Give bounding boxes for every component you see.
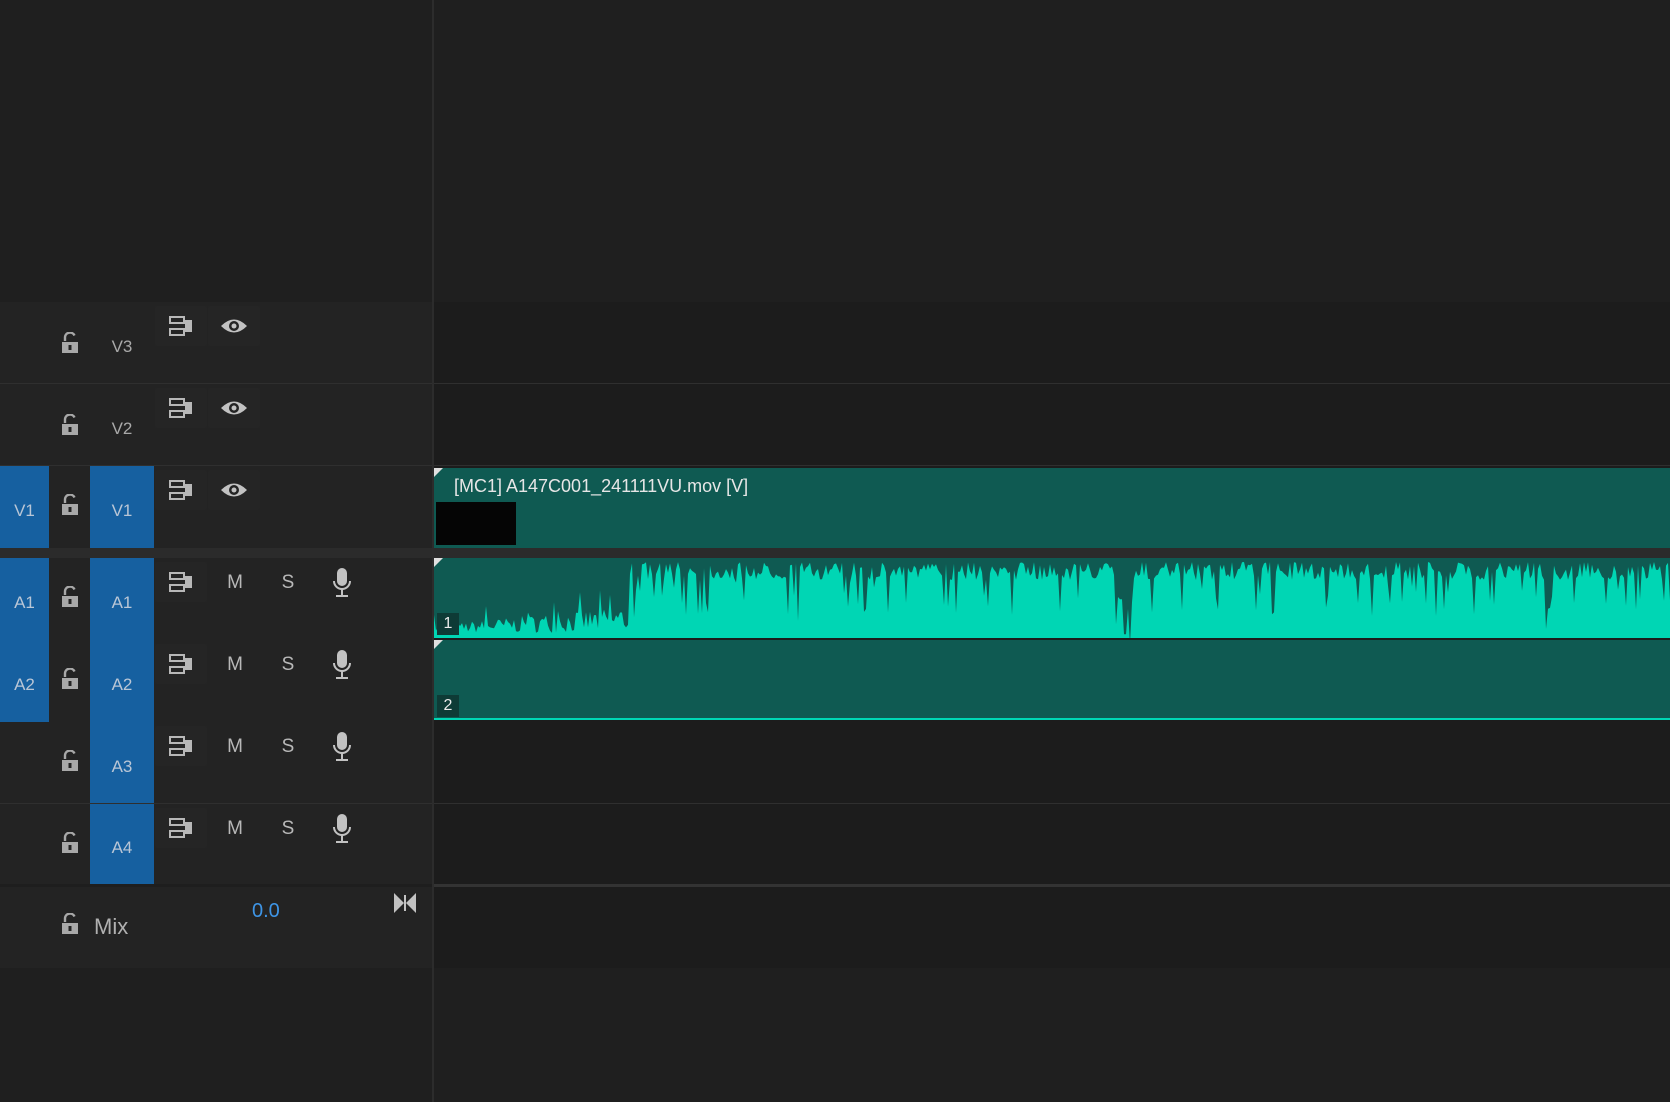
track-lane-a4[interactable] xyxy=(434,804,1670,884)
track-target-v2[interactable]: V2 xyxy=(90,384,154,466)
track-a1: A1 A1 M S 1 xyxy=(0,558,1670,640)
audio-waveform-flatline xyxy=(434,718,1670,720)
track-header-v2: V2 xyxy=(0,384,432,466)
sync-lock-icon xyxy=(169,818,192,838)
bowtie-icon[interactable] xyxy=(393,892,417,916)
toggle-output-button-v3[interactable] xyxy=(208,306,260,346)
voice-over-record-button-a3[interactable] xyxy=(325,730,359,764)
track-target-a1[interactable]: A1 xyxy=(90,558,154,640)
lock-open-icon[interactable] xyxy=(60,413,80,436)
lock-open-icon[interactable] xyxy=(60,912,80,935)
audio-waveform xyxy=(434,562,1670,638)
sync-lock-button-a4[interactable] xyxy=(155,808,207,848)
mute-button-a2[interactable]: M xyxy=(218,648,252,682)
mute-button-a1[interactable]: M xyxy=(218,566,252,600)
sync-lock-icon xyxy=(169,480,192,500)
clip-start-marker xyxy=(434,640,443,649)
track-header-a3: A3 M S xyxy=(0,722,432,804)
track-a3: A3 M S xyxy=(0,722,1670,804)
mix-volume-value[interactable]: 0.0 xyxy=(252,900,280,923)
solo-button-a4[interactable]: S xyxy=(271,812,305,846)
track-lane-mix[interactable] xyxy=(434,887,1670,968)
lock-open-icon[interactable] xyxy=(60,749,80,772)
track-a2: A2 A2 M S 2 xyxy=(0,640,1670,722)
track-target-a4[interactable]: A4 xyxy=(90,804,154,884)
track-lane-a2[interactable]: 2 xyxy=(434,640,1670,722)
timeline-ruler-area xyxy=(0,0,1670,302)
video-clip-title: [MC1] A147C001_241111VU.mov [V] xyxy=(454,476,749,496)
track-target-v1[interactable]: V1 xyxy=(90,466,154,548)
mute-button-a3[interactable]: M xyxy=(218,730,252,764)
toggle-output-button-v2[interactable] xyxy=(208,388,260,428)
track-target-a2[interactable]: A2 xyxy=(90,640,154,722)
track-header-v1: V1 V1 xyxy=(0,466,432,548)
lock-open-icon[interactable] xyxy=(60,667,80,690)
video-audio-divider[interactable] xyxy=(0,548,1670,558)
sync-lock-icon xyxy=(169,572,192,592)
track-mix: Mix 0.0 xyxy=(0,887,1670,968)
audio-clip-a2[interactable]: 2 xyxy=(434,640,1670,720)
sync-lock-icon xyxy=(169,736,192,756)
track-lane-a3[interactable] xyxy=(434,722,1670,804)
track-lane-v3[interactable] xyxy=(434,302,1670,384)
microphone-icon xyxy=(333,814,351,843)
video-clip-thumbnail xyxy=(436,502,516,545)
lock-open-icon[interactable] xyxy=(60,331,80,354)
video-clip[interactable]: [MC1] A147C001_241111VU.mov [V] xyxy=(434,468,1670,548)
eye-icon xyxy=(221,319,247,333)
track-target-a3[interactable]: A3 xyxy=(90,722,154,804)
sync-lock-icon xyxy=(169,398,192,418)
mix-track-label: Mix xyxy=(94,914,129,939)
track-target-v3[interactable]: V3 xyxy=(90,302,154,384)
voice-over-record-button-a2[interactable] xyxy=(325,648,359,682)
microphone-icon xyxy=(333,732,351,761)
sync-lock-button-a1[interactable] xyxy=(155,562,207,602)
track-lane-v1[interactable]: [MC1] A147C001_241111VU.mov [V] xyxy=(434,466,1670,548)
header-lane-divider xyxy=(432,0,434,1102)
lock-open-icon[interactable] xyxy=(60,585,80,608)
solo-button-a1[interactable]: S xyxy=(271,566,305,600)
sync-lock-button-v1[interactable] xyxy=(155,470,207,510)
track-header-a1: A1 A1 M S xyxy=(0,558,432,640)
audio-channel-badge: 1 xyxy=(437,613,459,635)
track-lane-v2[interactable] xyxy=(434,384,1670,466)
audio-clip-a1[interactable]: 1 xyxy=(434,558,1670,638)
track-v2: V2 xyxy=(0,384,1670,466)
timeline-empty-area[interactable] xyxy=(0,968,1670,1102)
solo-button-a3[interactable]: S xyxy=(271,730,305,764)
sync-lock-icon xyxy=(169,316,192,336)
source-patch-a2[interactable]: A2 xyxy=(0,640,49,722)
track-v3: V3 xyxy=(0,302,1670,384)
track-v1: V1 V1 [MC1] A147C001_241111VU.mov [V] xyxy=(0,466,1670,548)
lock-open-icon[interactable] xyxy=(60,831,80,854)
sync-lock-button-a2[interactable] xyxy=(155,644,207,684)
source-patch-a1[interactable]: A1 xyxy=(0,558,49,640)
track-header-mix: Mix 0.0 xyxy=(0,887,432,968)
clip-start-marker xyxy=(434,468,443,477)
clip-start-marker xyxy=(434,558,443,567)
audio-channel-badge: 2 xyxy=(437,695,459,717)
eye-icon xyxy=(221,483,247,497)
sync-lock-icon xyxy=(169,654,192,674)
sync-lock-button-v3[interactable] xyxy=(155,306,207,346)
voice-over-record-button-a4[interactable] xyxy=(325,812,359,846)
track-lane-a1[interactable]: 1 xyxy=(434,558,1670,640)
source-patch-v1[interactable]: V1 xyxy=(0,466,49,548)
lock-open-icon[interactable] xyxy=(60,493,80,516)
track-a4: A4 M S xyxy=(0,804,1670,884)
track-header-a4: A4 M S xyxy=(0,804,432,884)
mute-button-a4[interactable]: M xyxy=(218,812,252,846)
eye-icon xyxy=(221,401,247,415)
sync-lock-button-a3[interactable] xyxy=(155,726,207,766)
track-header-v3: V3 xyxy=(0,302,432,384)
track-header-a2: A2 A2 M S xyxy=(0,640,432,722)
sync-lock-button-v2[interactable] xyxy=(155,388,207,428)
solo-button-a2[interactable]: S xyxy=(271,648,305,682)
voice-over-record-button-a1[interactable] xyxy=(325,566,359,600)
microphone-icon xyxy=(333,650,351,679)
toggle-output-button-v1[interactable] xyxy=(208,470,260,510)
microphone-icon xyxy=(333,568,351,597)
